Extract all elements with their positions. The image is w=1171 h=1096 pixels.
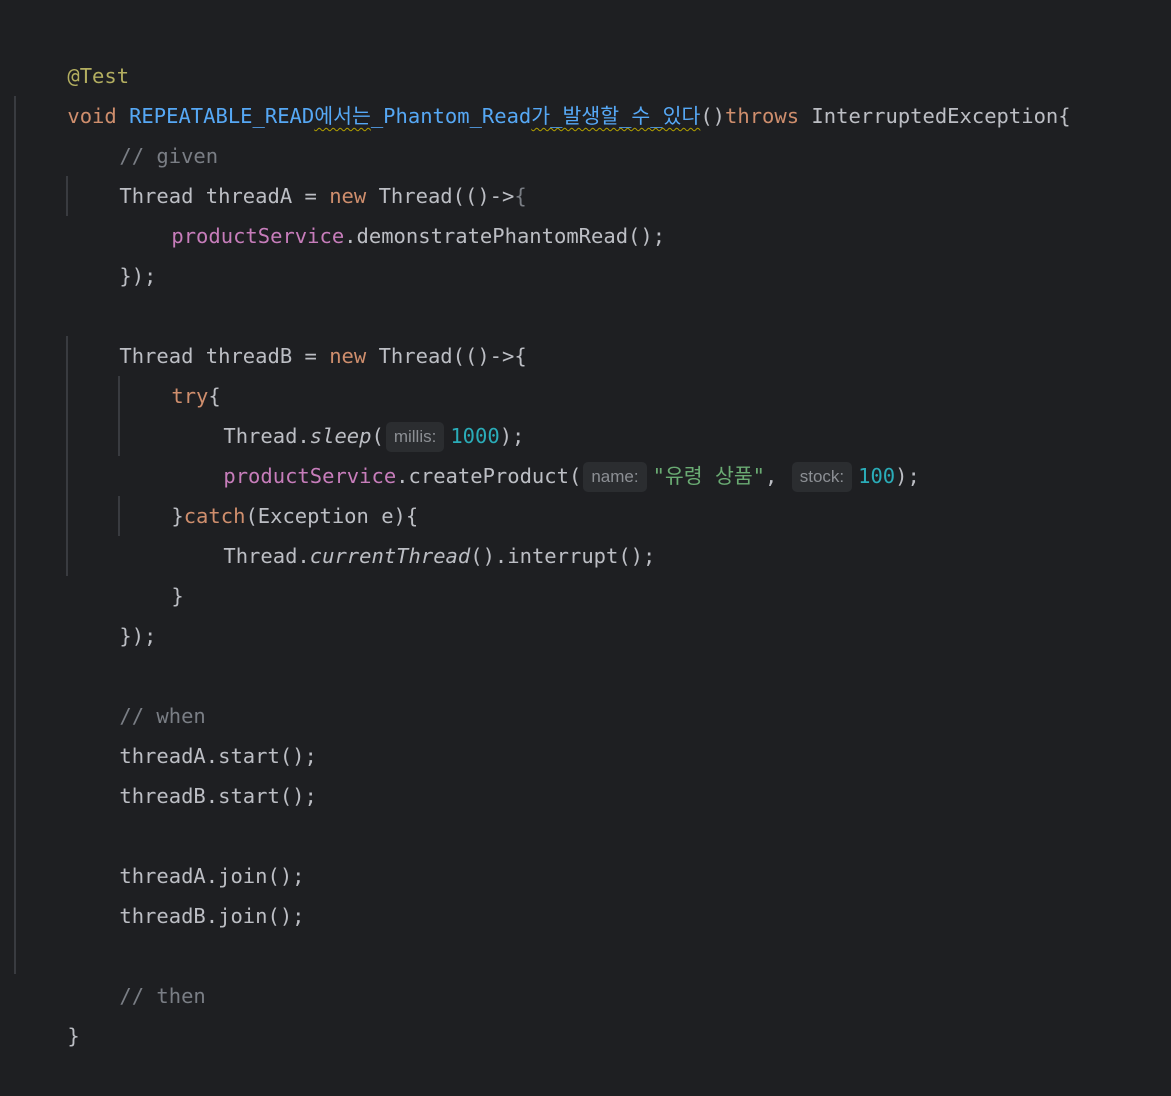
code-line-2[interactable]: void REPEATABLE_READ에서는_Phantom_Read가_발생… bbox=[0, 56, 1070, 128]
code-line-18[interactable]: threadA.start(); bbox=[0, 696, 316, 768]
comma: , bbox=[765, 464, 790, 488]
method-name-part3: _Phantom_Read bbox=[370, 104, 532, 128]
catch-close-brace: } bbox=[171, 584, 184, 608]
exception-type: InterruptedException{ bbox=[811, 104, 1071, 128]
code-editor[interactable]: @Test void REPEATABLE_READ에서는_Phantom_Re… bbox=[0, 0, 1171, 1048]
keyword-throws: throws bbox=[725, 104, 800, 128]
code-line-1[interactable]: @Test bbox=[0, 16, 129, 88]
code-line-21[interactable]: threadA.join(); bbox=[0, 816, 304, 888]
comment-then: // then bbox=[119, 984, 206, 1008]
method-name-part4: 가_발생할_수_있다 bbox=[531, 104, 701, 128]
thread-b-join: threadB.join(); bbox=[119, 904, 305, 928]
code-line-3[interactable]: // given bbox=[0, 96, 218, 168]
thread-b-start: threadB.start(); bbox=[119, 784, 317, 808]
code-line-24[interactable]: // then bbox=[0, 936, 205, 1008]
method-parens: () bbox=[700, 104, 726, 128]
code-line-10[interactable]: Thread.sleep(millis: 1000); bbox=[0, 376, 524, 452]
inlay-hint-name: name: bbox=[583, 462, 647, 492]
code-line-15[interactable]: }); bbox=[0, 576, 156, 648]
code-line-8[interactable]: Thread threadB = new Thread(()->{ bbox=[0, 296, 526, 368]
lambda-close: }); bbox=[119, 264, 157, 288]
method-call: .demonstratePhantomRead(); bbox=[344, 224, 666, 248]
lambda-close: }); bbox=[119, 624, 157, 648]
method-call: .createProduct( bbox=[396, 464, 582, 488]
code-line-19[interactable]: threadB.start(); bbox=[0, 736, 316, 808]
code-line-17[interactable]: // when bbox=[0, 656, 205, 728]
interrupt-call: ().interrupt(); bbox=[470, 544, 656, 568]
keyword-new: new bbox=[329, 344, 367, 368]
thread-constructor: Thread(()->{ bbox=[366, 344, 527, 368]
number-literal: 100 bbox=[858, 464, 896, 488]
code-line-25[interactable]: } bbox=[0, 976, 79, 1048]
close-paren: ); bbox=[895, 464, 920, 488]
code-line-12[interactable]: }catch(Exception e){ bbox=[0, 456, 418, 528]
code-line-13[interactable]: Thread.currentThread().interrupt(); bbox=[0, 496, 655, 568]
code-line-14[interactable]: } bbox=[0, 536, 183, 608]
thread-class: Thread. bbox=[223, 544, 310, 568]
method-name-part2: 에서는 bbox=[314, 104, 371, 128]
code-line-22[interactable]: threadB.join(); bbox=[0, 856, 304, 928]
field-product-service: productService bbox=[171, 224, 345, 248]
code-line-6[interactable]: }); bbox=[0, 216, 156, 288]
method-current-thread: currentThread bbox=[309, 544, 471, 568]
code-line-11[interactable]: productService.createProduct(name: "유령 상품… bbox=[0, 416, 920, 492]
method-close-brace: } bbox=[67, 1024, 80, 1048]
string-literal: "유령 상품" bbox=[652, 464, 766, 488]
code-line-9[interactable]: try{ bbox=[0, 336, 220, 408]
code-line-4[interactable]: Thread threadA = new Thread(()->{ bbox=[0, 136, 526, 208]
code-line-5[interactable]: productService.demonstratePhantomRead(); bbox=[0, 176, 665, 248]
inlay-hint-stock: stock: bbox=[791, 462, 853, 492]
